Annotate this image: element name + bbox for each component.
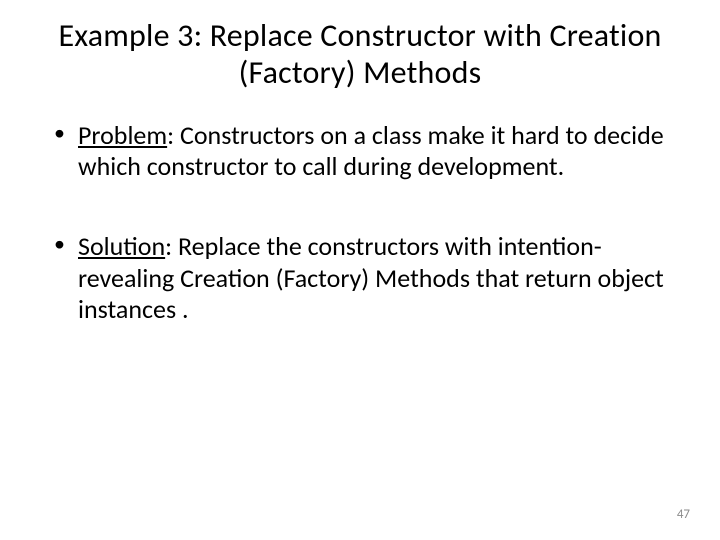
bullet-list: Problem: Constructors on a class make it… [36, 120, 684, 327]
slide-title: Example 3: Replace Constructor with Crea… [56, 18, 664, 92]
bullet-text: : Replace the constructors with intentio… [78, 230, 664, 325]
slide: Example 3: Replace Constructor with Crea… [0, 0, 720, 540]
bullet-label: Problem [78, 119, 167, 151]
page-number: 47 [677, 507, 690, 522]
bullet-label: Solution [78, 230, 165, 262]
list-item: Solution: Replace the constructors with … [60, 231, 684, 326]
list-item: Problem: Constructors on a class make it… [60, 120, 684, 183]
